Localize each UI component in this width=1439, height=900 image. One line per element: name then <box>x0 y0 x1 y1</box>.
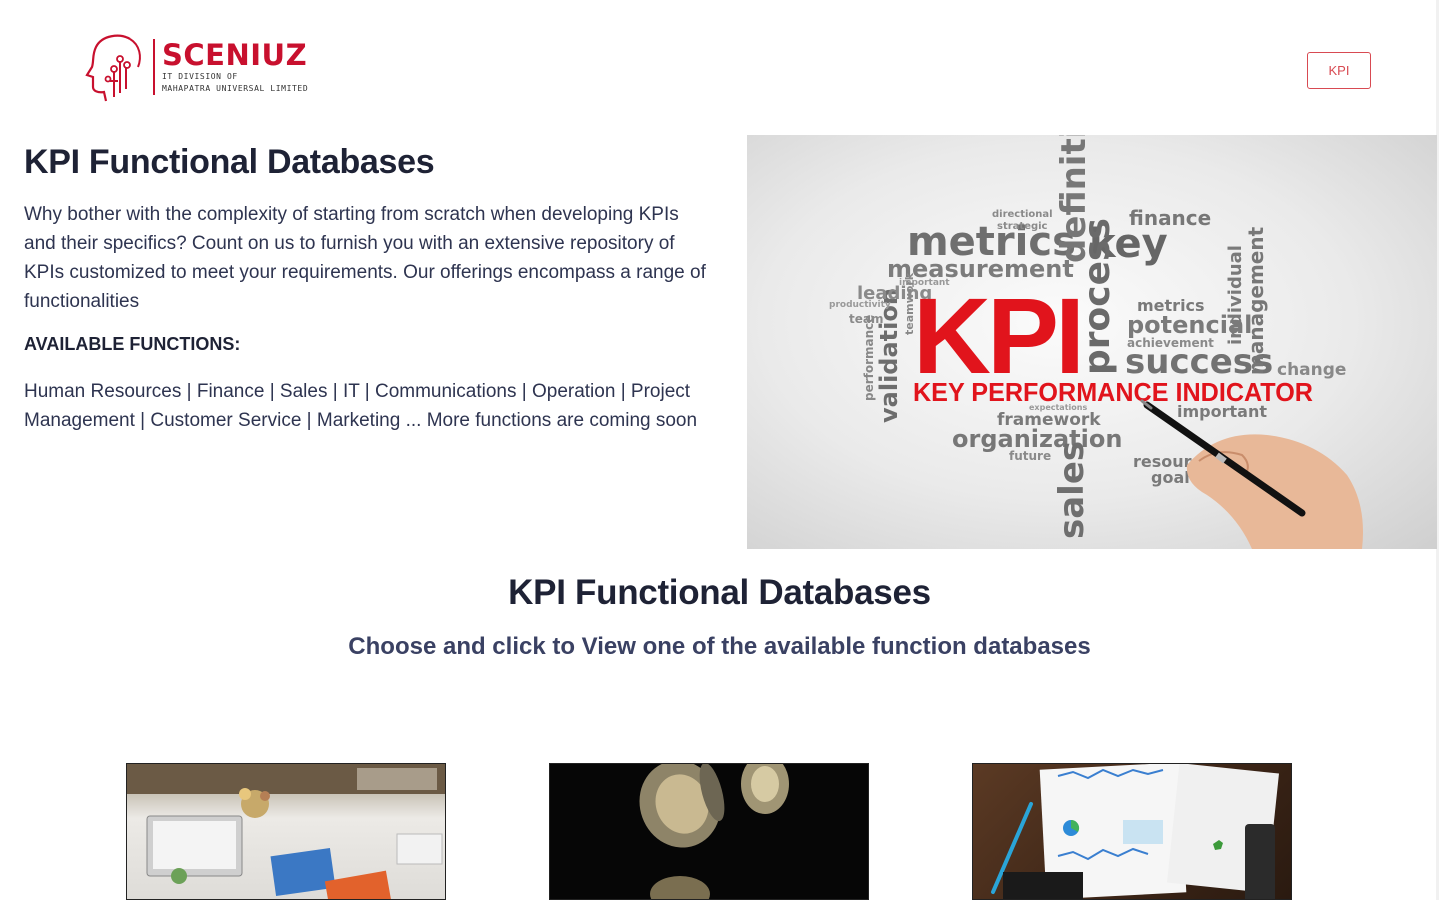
word-process: process <box>1077 218 1118 375</box>
word-metrics-small: metrics <box>1137 296 1205 315</box>
word-cloud-graphic: metrics measurement key definition proce… <box>829 135 1363 549</box>
logo-text: SCENIUZ IT DIVISION OF MAHAPATRA UNIVERS… <box>162 39 308 95</box>
word-achievement: achievement <box>1127 336 1214 350</box>
function-card-sales[interactable] <box>972 763 1292 900</box>
word-management: management <box>1244 226 1268 375</box>
kpi-tagline: KEY PERFORMANCE INDICATOR <box>913 377 1313 407</box>
office-desk-photo <box>127 764 445 899</box>
page-title: KPI Functional Databases <box>24 143 435 181</box>
word-goal: goal <box>1151 468 1190 487</box>
kpi-word-cloud-image: metrics measurement key definition proce… <box>747 135 1437 549</box>
kpi-nav-button[interactable]: KPI <box>1307 52 1371 89</box>
word-productivity: productivity <box>829 300 891 310</box>
word-future: future <box>1009 449 1051 463</box>
logo-subtitle-2: MAHAPATRA UNIVERSAL LIMITED <box>162 84 309 93</box>
section-subtitle: Choose and click to View one of the avai… <box>348 633 1091 660</box>
function-card-finance[interactable] <box>549 763 869 900</box>
available-functions-list: Human Resources | Finance | Sales | IT |… <box>24 381 698 431</box>
hero-description: Why bother with the complexity of starti… <box>24 204 706 312</box>
word-sales: sales <box>1052 441 1092 539</box>
word-strategic: strategic <box>997 221 1048 232</box>
word-finance: finance <box>1129 206 1211 230</box>
falling-coins-photo <box>639 764 789 899</box>
word-performance: performance <box>862 315 876 401</box>
logo-divider <box>153 39 155 95</box>
word-framework: framework <box>997 410 1101 430</box>
function-card-human-resources[interactable] <box>126 763 446 900</box>
report-charts-photo <box>991 764 1279 899</box>
word-individual: individual <box>1225 245 1246 345</box>
available-functions-label: AVAILABLE FUNCTIONS: <box>24 334 241 354</box>
logo-brand: SCENIUZ <box>162 38 308 72</box>
section-title: KPI Functional Databases <box>508 573 931 612</box>
word-directional: directional <box>992 209 1053 220</box>
head-neuron-icon <box>85 34 141 102</box>
logo-subtitle-1: IT DIVISION OF <box>162 72 238 81</box>
company-logo[interactable]: SCENIUZ IT DIVISION OF MAHAPATRA UNIVERS… <box>84 30 324 104</box>
